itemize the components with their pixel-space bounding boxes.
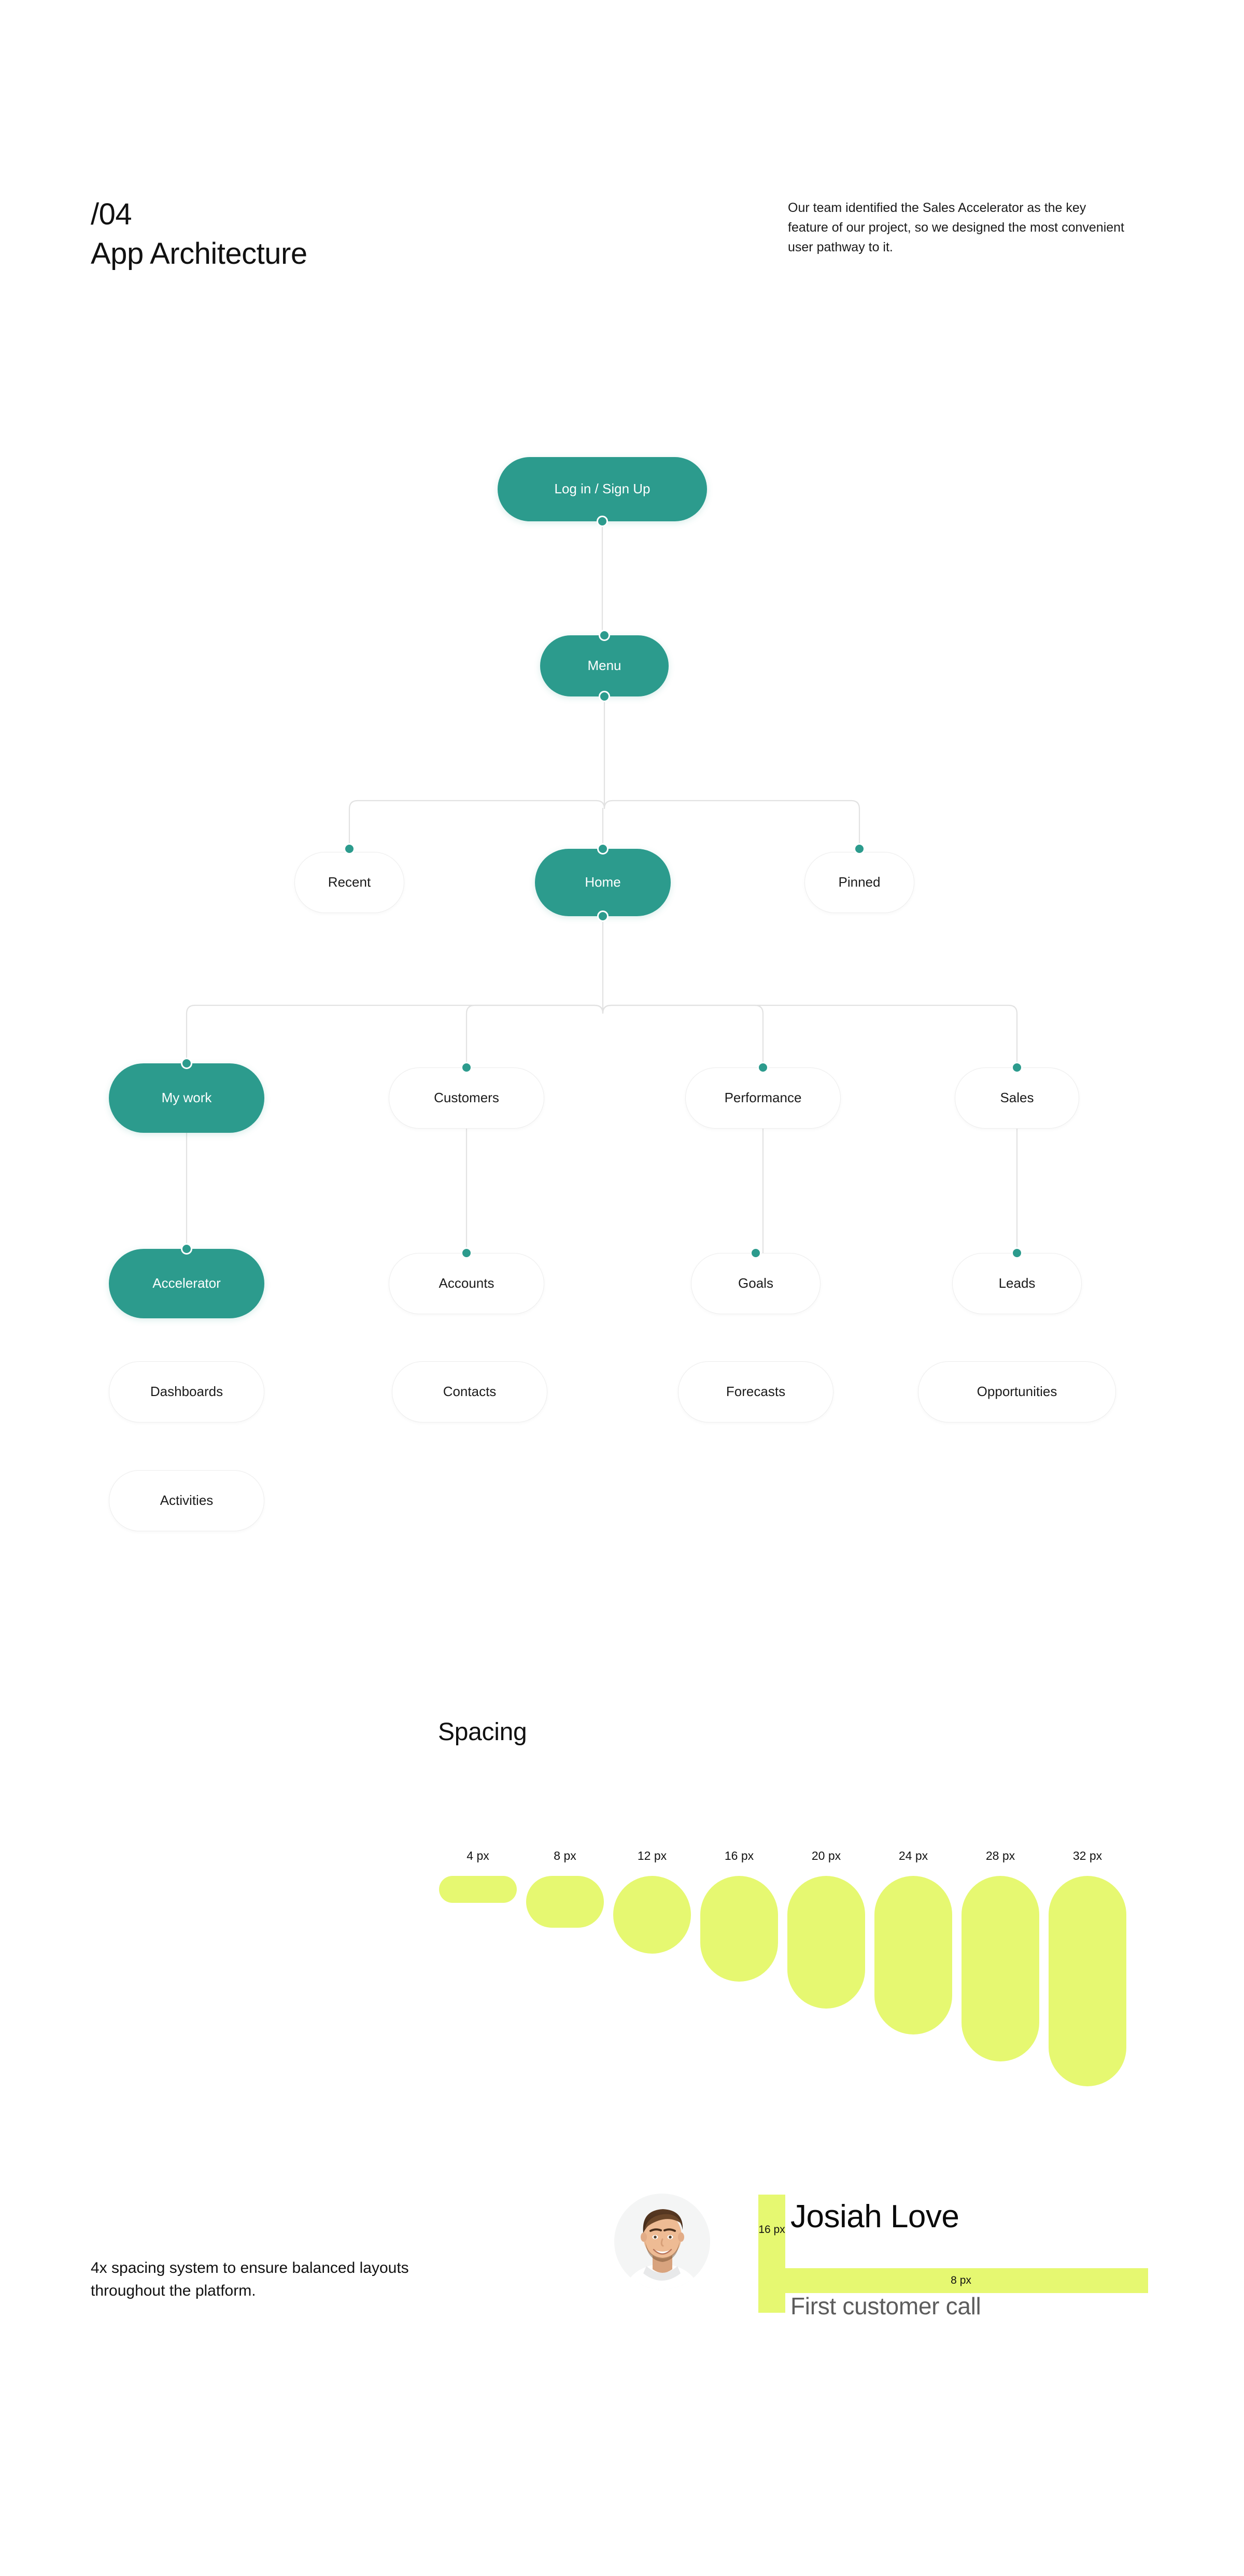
- tree-node-opportunities[interactable]: Opportunities: [918, 1361, 1116, 1422]
- tree-node-dashboards[interactable]: Dashboards: [109, 1361, 264, 1422]
- dot-pinned-top: [854, 843, 865, 855]
- spacing-section-title: Spacing: [438, 1718, 527, 1746]
- spacing-label-8px: 8 px: [554, 1849, 576, 1862]
- tree-node-label: Activities: [160, 1492, 214, 1508]
- tree-node-label: Home: [585, 874, 621, 890]
- tree-node-accounts[interactable]: Accounts: [389, 1253, 544, 1314]
- spacing-label-4px: 4 px: [466, 1849, 489, 1862]
- tree-node-activities[interactable]: Activities: [109, 1470, 264, 1531]
- app-architecture-tree: Log in / Sign Up Menu Recent Home Pinned My w…: [0, 0, 1244, 1606]
- tree-node-label: Contacts: [443, 1384, 497, 1400]
- tree-node-label: Accelerator: [152, 1275, 221, 1291]
- profile-subtitle: First customer call: [790, 2293, 981, 2319]
- tree-node-label: Log in / Sign Up: [554, 481, 651, 497]
- tree-node-label: Dashboards: [150, 1384, 223, 1400]
- spacing-bar-24px: [874, 1876, 952, 2034]
- tree-node-label: Customers: [434, 1090, 499, 1106]
- tree-node-login[interactable]: Log in / Sign Up: [498, 457, 707, 521]
- spacing-label-28px: 28 px: [985, 1849, 1015, 1862]
- dot-leads-top: [1011, 1247, 1023, 1259]
- spacing-bar-4px: [439, 1876, 517, 1903]
- dot-sales-top: [1011, 1062, 1023, 1073]
- spacing-label-32px: 32 px: [1072, 1849, 1102, 1862]
- tree-node-leads[interactable]: Leads: [952, 1253, 1082, 1314]
- tree-node-contacts[interactable]: Contacts: [392, 1361, 547, 1422]
- avatar-photo: [614, 2194, 710, 2289]
- dot-recent-top: [344, 843, 355, 855]
- dot-home-top: [597, 843, 609, 855]
- tree-node-customers[interactable]: Customers: [389, 1068, 544, 1129]
- tree-node-menu[interactable]: Menu: [540, 635, 669, 696]
- tree-node-label: Pinned: [838, 874, 881, 890]
- dot-accounts-top: [461, 1247, 472, 1259]
- spacing-bar-32px: [1049, 1876, 1126, 2086]
- profile-name: Josiah Love: [790, 2199, 959, 2235]
- spacing-bar-12px: [613, 1876, 691, 1954]
- tree-node-label: Sales: [1000, 1090, 1034, 1106]
- tree-node-label: My work: [161, 1090, 212, 1106]
- spacing-bar-28px: [962, 1876, 1039, 2061]
- tree-node-label: Recent: [328, 874, 371, 890]
- tree-node-label: Opportunities: [977, 1384, 1057, 1400]
- tree-node-label: Performance: [724, 1090, 802, 1106]
- spacing-label-16px: 16 px: [724, 1849, 754, 1862]
- dot-menu-bottom: [599, 691, 610, 702]
- dot-home-bottom: [597, 910, 609, 922]
- tree-node-sales[interactable]: Sales: [955, 1068, 1079, 1129]
- tree-node-label: Accounts: [439, 1275, 494, 1291]
- tree-node-goals[interactable]: Goals: [691, 1253, 821, 1314]
- avatar: [614, 2194, 710, 2289]
- dot-customers-top: [461, 1062, 472, 1073]
- spacing-bar-20px: [787, 1876, 865, 2009]
- dot-accel-top: [181, 1243, 192, 1255]
- dot-mywork-top: [181, 1058, 192, 1069]
- spacing-label-12px: 12 px: [637, 1849, 667, 1862]
- spacing-highlight-vertical: 16 px: [758, 2195, 785, 2313]
- tree-node-forecasts[interactable]: Forecasts: [678, 1361, 833, 1422]
- spacing-bar-8px: [526, 1876, 604, 1928]
- spacing-bar-16px: [700, 1876, 778, 1982]
- profile-card: 16 px 8 px Josiah Love First customer ca…: [614, 2174, 1148, 2329]
- tree-node-home[interactable]: Home: [535, 849, 671, 916]
- tree-node-label: Menu: [587, 658, 621, 674]
- spacing-highlight-horizontal: 8 px: [758, 2268, 1148, 2293]
- tree-node-accelerator[interactable]: Accelerator: [109, 1249, 264, 1318]
- dot-login-bottom: [597, 516, 608, 527]
- tree-node-label: Goals: [738, 1275, 773, 1291]
- spacing-label-20px: 20 px: [811, 1849, 841, 1862]
- spacing-footer-note: 4x spacing system to ensure balanced lay…: [91, 2259, 409, 2300]
- dot-goals-top: [750, 1247, 761, 1259]
- tree-node-label: Leads: [998, 1275, 1036, 1291]
- spacing-label-24px: 24 px: [898, 1849, 928, 1862]
- tree-node-recent[interactable]: Recent: [294, 852, 404, 913]
- tree-node-mywork[interactable]: My work: [109, 1063, 264, 1133]
- dot-perf-top: [757, 1062, 769, 1073]
- tree-node-performance[interactable]: Performance: [685, 1068, 841, 1129]
- spacing-tag-8px: 8 px: [951, 2274, 971, 2286]
- tree-node-label: Forecasts: [726, 1384, 786, 1400]
- dot-menu-top: [599, 630, 610, 641]
- slide-page: /04 App Architecture Our team identified…: [0, 0, 1244, 2576]
- spacing-tag-16px: 16 px: [758, 2224, 785, 2236]
- tree-node-pinned[interactable]: Pinned: [804, 852, 914, 913]
